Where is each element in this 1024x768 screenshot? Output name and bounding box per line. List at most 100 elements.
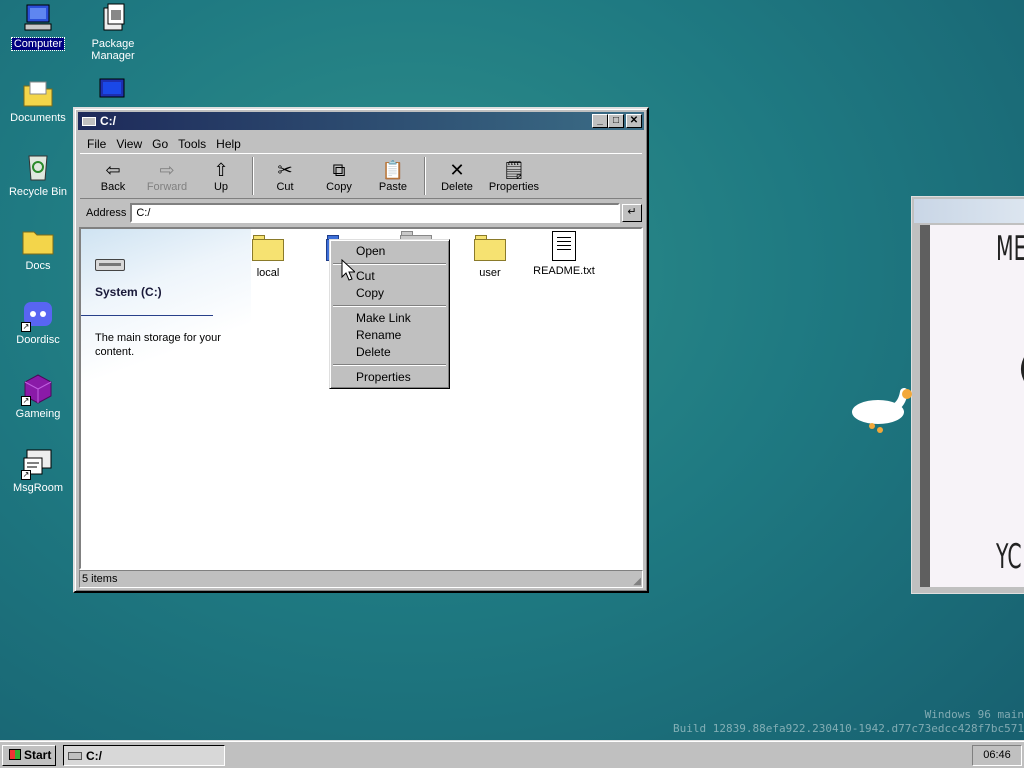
maximize-button[interactable]: □ bbox=[608, 114, 624, 128]
go-button[interactable]: ↵ bbox=[622, 204, 642, 222]
copy-icon: ⧉ bbox=[332, 160, 346, 180]
start-label: Start bbox=[24, 748, 52, 762]
desktop-icon-docs[interactable]: Docs bbox=[2, 224, 74, 272]
copy-button[interactable]: ⧉ Copy bbox=[312, 159, 366, 193]
recycle-bin-icon bbox=[21, 150, 55, 184]
desktop-icon-recycle-bin[interactable]: Recycle Bin bbox=[2, 150, 74, 198]
desktop-icon-gameing[interactable]: ↗ Gameing bbox=[2, 372, 74, 420]
desktop-icon-label: Gameing bbox=[15, 408, 61, 420]
x-icon: ✕ bbox=[449, 160, 465, 180]
file-name: README.txt bbox=[533, 265, 595, 277]
taskbar-window-label: C:/ bbox=[86, 749, 102, 763]
menu-item-rename[interactable]: Rename bbox=[332, 327, 447, 344]
paste-label: Paste bbox=[378, 181, 408, 193]
enter-arrow-icon: ↵ bbox=[627, 206, 637, 218]
windows-logo-icon bbox=[9, 749, 21, 760]
partial-window-text-bottom: YC bbox=[996, 537, 1022, 577]
properties-button[interactable]: 🗒 Properties bbox=[484, 159, 544, 193]
menu-item-properties[interactable]: Properties bbox=[332, 369, 447, 386]
taskbar-window-button[interactable]: C:/ bbox=[63, 745, 225, 766]
back-button[interactable]: ⇦ Back bbox=[86, 159, 140, 193]
folder-documents-icon bbox=[21, 76, 55, 110]
properties-label: Properties bbox=[488, 181, 540, 193]
desktop-icon-computer[interactable]: Computer bbox=[2, 2, 74, 51]
toolbar: ⇦ Back ⇨ Forward ⇧ Up ✂ Cut ⧉ Copy 📋 Pas… bbox=[80, 153, 642, 199]
delete-label: Delete bbox=[441, 181, 473, 193]
computer-icon bbox=[21, 2, 55, 36]
desktop-icon-label: Computer bbox=[10, 37, 66, 51]
menu-item-delete[interactable]: Delete bbox=[332, 344, 447, 361]
forward-button[interactable]: ⇨ Forward bbox=[140, 159, 194, 193]
desktop-icon-label: Recycle Bin bbox=[8, 186, 68, 198]
file-item-user[interactable]: user bbox=[453, 233, 527, 279]
window-titlebar[interactable]: C:/ _ □ ✕ bbox=[78, 112, 644, 130]
game-cube-icon: ↗ bbox=[21, 372, 55, 406]
menu-bar: File View Go Tools Help bbox=[83, 135, 247, 153]
info-panel: System (C:) The main storage for your co… bbox=[81, 229, 251, 429]
file-name: user bbox=[479, 267, 501, 279]
desktop-icon-doordisc[interactable]: ↗ Doordisc bbox=[2, 298, 74, 346]
resize-grip-icon[interactable]: ◢ bbox=[633, 576, 641, 587]
doordisc-icon: ↗ bbox=[21, 298, 55, 332]
menu-help[interactable]: Help bbox=[212, 135, 247, 153]
desktop-icon-label: Documents bbox=[10, 112, 66, 124]
scissors-icon: ✂ bbox=[277, 160, 293, 180]
build-line-2: Build 12839.88efa922.230410-1942.d77c73e… bbox=[673, 722, 1024, 735]
clock[interactable]: 06:46 bbox=[972, 745, 1022, 766]
file-item-readme[interactable]: README.txt bbox=[527, 231, 601, 277]
folder-icon bbox=[251, 233, 285, 263]
desktop-goose[interactable] bbox=[850, 386, 920, 436]
menu-item-make-link[interactable]: Make Link bbox=[332, 310, 447, 327]
menu-go[interactable]: Go bbox=[148, 135, 174, 153]
hard-drive-icon bbox=[95, 259, 125, 271]
properties-icon: 🗒 bbox=[502, 160, 526, 180]
desktop-icon-documents[interactable]: Documents bbox=[2, 76, 74, 124]
address-input[interactable]: C:/ bbox=[130, 203, 620, 223]
window-title: C:/ bbox=[100, 114, 116, 128]
back-label: Back bbox=[100, 181, 126, 193]
desktop-icon-label: Docs bbox=[25, 260, 51, 272]
toolbar-separator bbox=[424, 157, 426, 195]
arrow-left-icon: ⇦ bbox=[105, 160, 121, 180]
menu-view[interactable]: View bbox=[112, 135, 148, 153]
menu-file[interactable]: File bbox=[83, 135, 112, 153]
partial-window-titlebar[interactable] bbox=[914, 199, 1024, 223]
partial-window-text-top: ME bbox=[996, 229, 1024, 269]
address-bar: Address C:/ ↵ bbox=[80, 202, 642, 224]
partial-window-body: ME ( YC bbox=[920, 225, 1024, 587]
start-button[interactable]: Start bbox=[2, 745, 56, 766]
info-divider bbox=[81, 315, 213, 316]
mouse-cursor-icon bbox=[341, 258, 357, 284]
info-description: The main storage for your content. bbox=[95, 332, 221, 358]
drive-icon bbox=[82, 116, 96, 126]
menu-separator bbox=[333, 305, 446, 307]
desktop-icon-label: Package Manager bbox=[91, 38, 135, 62]
up-label: Up bbox=[213, 181, 229, 193]
up-button[interactable]: ⇧ Up bbox=[194, 159, 248, 193]
folder-icon bbox=[21, 224, 55, 258]
menu-tools[interactable]: Tools bbox=[174, 135, 212, 153]
desktop-icon-msgroom[interactable]: ↗ MsgRoom bbox=[2, 446, 74, 494]
paste-button[interactable]: 📋 Paste bbox=[366, 159, 420, 193]
text-document-icon bbox=[547, 231, 581, 261]
build-line-1: Windows 96 main bbox=[924, 708, 1024, 721]
toolbar-separator bbox=[252, 157, 254, 195]
build-watermark: Windows 96 main Build 12839.88efa922.230… bbox=[673, 708, 1024, 736]
status-bar: 5 items ◢ bbox=[79, 570, 643, 588]
taskbar: Start C:/ 06:46 bbox=[0, 740, 1024, 768]
file-item-local[interactable]: local bbox=[231, 233, 305, 279]
minimize-button[interactable]: _ bbox=[592, 114, 608, 128]
desktop-icon-package-manager[interactable]: Package Manager bbox=[77, 2, 149, 62]
cut-button[interactable]: ✂ Cut bbox=[258, 159, 312, 193]
network-icon bbox=[98, 78, 128, 106]
partial-window[interactable]: ME ( YC bbox=[911, 196, 1024, 594]
copy-label: Copy bbox=[326, 181, 352, 193]
address-label: Address bbox=[86, 207, 127, 219]
partial-window-text-mid: ( bbox=[1018, 349, 1024, 389]
menu-item-copy[interactable]: Copy bbox=[332, 285, 447, 302]
folder-up-icon: ⇧ bbox=[213, 160, 229, 180]
close-button[interactable]: ✕ bbox=[626, 114, 642, 128]
menu-item-open[interactable]: Open bbox=[332, 243, 447, 260]
drive-icon bbox=[68, 752, 82, 760]
delete-button[interactable]: ✕ Delete bbox=[430, 159, 484, 193]
